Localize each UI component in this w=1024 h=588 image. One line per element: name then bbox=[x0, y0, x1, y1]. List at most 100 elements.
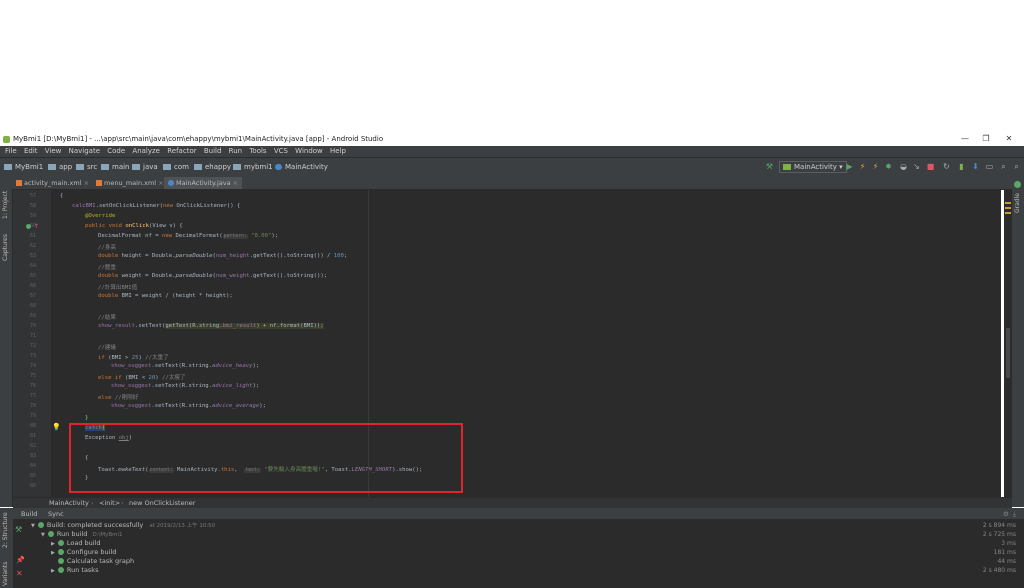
menu-run[interactable]: Run bbox=[229, 146, 242, 157]
override-icon[interactable] bbox=[26, 224, 31, 229]
profile-icon[interactable]: ◒ bbox=[899, 162, 908, 171]
line-number: 65 bbox=[29, 273, 36, 279]
menu-navigate[interactable]: Navigate bbox=[69, 146, 100, 157]
lightbulb-icon[interactable]: 💡 bbox=[52, 423, 61, 431]
pin-icon[interactable]: 📌 bbox=[16, 556, 25, 564]
build-tree-item[interactable]: ▶ Configure build bbox=[51, 548, 116, 556]
sync-icon[interactable]: ↻ bbox=[942, 162, 951, 171]
build-duration: 2 s 894 ms bbox=[982, 522, 1016, 529]
search-everywhere-icon[interactable]: ⌕ bbox=[1012, 162, 1021, 171]
line-number: 86 bbox=[29, 483, 36, 489]
breadcrumb-main[interactable]: main bbox=[101, 163, 130, 171]
breadcrumb-constructor[interactable]: <init> bbox=[99, 499, 120, 507]
code-line: DecimalFormat nf = new DecimalFormat(pat… bbox=[98, 233, 279, 239]
build-duration: 2 s 725 ms bbox=[982, 531, 1016, 538]
apply-changes-icon[interactable]: ⚡ bbox=[858, 162, 867, 171]
debug-icon[interactable]: ✸ bbox=[884, 162, 893, 171]
tab-mainactivity-java[interactable]: MainActivity.java × bbox=[164, 177, 242, 189]
scrollbar-thumb[interactable] bbox=[1006, 328, 1010, 378]
variants-tool-button[interactable]: Variants bbox=[2, 562, 9, 586]
apply-code-changes-icon[interactable]: ⚡ bbox=[871, 162, 880, 171]
build-tree-item[interactable]: ▼ Build: completed successfully at 2019/2… bbox=[31, 521, 215, 529]
editor-scrollbar[interactable] bbox=[1004, 190, 1012, 498]
avd-manager-icon[interactable]: ▮ bbox=[957, 162, 966, 171]
stop-icon[interactable]: ■ bbox=[926, 162, 935, 171]
run-icon[interactable]: ▶ bbox=[845, 162, 854, 171]
left-tool-strip: 1: Project Captures bbox=[0, 177, 13, 507]
breadcrumb-project[interactable]: MyBmi1 bbox=[4, 163, 43, 171]
breadcrumb-java[interactable]: java bbox=[132, 163, 158, 171]
breadcrumb-ehappy[interactable]: ehappy bbox=[194, 163, 231, 171]
breadcrumb-com[interactable]: com bbox=[163, 163, 189, 171]
run-config-select[interactable]: MainActivity ▾ bbox=[779, 161, 847, 173]
hide-panel-icon[interactable]: ⤓ bbox=[1013, 510, 1016, 519]
line-number: 59 bbox=[29, 213, 36, 219]
breadcrumb-class[interactable]: MainActivity bbox=[49, 499, 89, 507]
build-tree-item[interactable]: ▼ Run build D:\MyBmi1 bbox=[41, 530, 123, 538]
build-duration: 44 ms bbox=[997, 558, 1016, 565]
warning-marker[interactable] bbox=[1005, 207, 1011, 209]
folder-icon bbox=[4, 164, 12, 170]
tab-build[interactable]: Build bbox=[21, 510, 37, 518]
line-number: 75 bbox=[29, 373, 36, 379]
maximize-button[interactable]: ❐ bbox=[976, 134, 996, 145]
line-number: 72 bbox=[29, 343, 36, 349]
sdk-manager-icon[interactable]: ⬇ bbox=[971, 162, 980, 171]
breadcrumb-app[interactable]: app bbox=[48, 163, 72, 171]
menu-window[interactable]: Window bbox=[295, 146, 323, 157]
folder-icon bbox=[132, 164, 140, 170]
success-icon bbox=[57, 567, 64, 573]
line-number: 80 bbox=[29, 423, 36, 429]
gradle-tool-button[interactable]: Gradle bbox=[1014, 193, 1021, 213]
menu-build[interactable]: Build bbox=[204, 146, 222, 157]
success-icon bbox=[57, 558, 64, 564]
code-line: double BMI = weight / (height * height); bbox=[98, 293, 233, 299]
captures-tool-button[interactable]: Captures bbox=[2, 234, 9, 261]
tab-menu-main-xml[interactable]: menu_main.xml × bbox=[92, 177, 164, 189]
device-file-explorer-icon[interactable]: ▭ bbox=[985, 162, 994, 171]
warning-marker[interactable] bbox=[1005, 202, 1011, 204]
close-icon[interactable]: ✕ bbox=[16, 569, 23, 578]
implements-arrow-icon[interactable]: ↑ bbox=[34, 223, 39, 230]
settings-icon[interactable]: ⚙ bbox=[1003, 510, 1009, 518]
line-number: 66 bbox=[29, 283, 36, 289]
build-tree-item[interactable]: ▶ Load build bbox=[51, 539, 101, 547]
hammer-icon[interactable]: ⚒ bbox=[765, 162, 774, 171]
success-icon bbox=[47, 531, 54, 537]
menu-edit[interactable]: Edit bbox=[24, 146, 38, 157]
line-number: 62 bbox=[29, 243, 36, 249]
line-number: 63 bbox=[29, 253, 36, 259]
line-number: 82 bbox=[29, 443, 36, 449]
window-title-bar: MyBmi1 [D:\MyBmi1] - ...\app\src\main\ja… bbox=[0, 133, 1024, 146]
menu-vcs[interactable]: VCS bbox=[274, 146, 288, 157]
code-line: //計算出BMI值 bbox=[98, 285, 138, 291]
menu-view[interactable]: View bbox=[45, 146, 62, 157]
hammer-icon[interactable]: ⚒ bbox=[15, 525, 22, 534]
navigation-toolbar: MyBmi1 app src main java com ehappy mybm… bbox=[0, 157, 1024, 178]
menu-tools[interactable]: Tools bbox=[249, 146, 266, 157]
minimize-button[interactable]: — bbox=[955, 134, 975, 145]
menu-file[interactable]: File bbox=[5, 146, 17, 157]
menu-help[interactable]: Help bbox=[330, 146, 346, 157]
build-tree-item[interactable]: ▶ Run tasks bbox=[51, 566, 98, 574]
structure-tool-button[interactable]: 2: Structure bbox=[2, 512, 9, 548]
search-icon[interactable]: ⌕ bbox=[999, 162, 1008, 171]
code-line: double weight = Double.parseDouble(num_w… bbox=[98, 273, 328, 279]
tab-sync[interactable]: Sync bbox=[48, 510, 64, 518]
breadcrumb-mainactivity[interactable]: MainActivity bbox=[275, 163, 328, 171]
menu-code[interactable]: Code bbox=[107, 146, 125, 157]
line-number: 78 bbox=[29, 403, 36, 409]
attach-debugger-icon[interactable]: ↘ bbox=[912, 162, 921, 171]
breadcrumb-listener[interactable]: new OnClickListener bbox=[129, 499, 195, 507]
folder-icon bbox=[163, 164, 171, 170]
code-line: show_suggest.setText(R.string.advice_hea… bbox=[111, 363, 260, 369]
menu-refactor[interactable]: Refactor bbox=[167, 146, 196, 157]
breadcrumb-mybmi1[interactable]: mybmi1 bbox=[233, 163, 273, 171]
build-tree-item[interactable]: ▶Calculate task graph bbox=[51, 557, 134, 565]
breadcrumb-src[interactable]: src bbox=[76, 163, 97, 171]
warning-marker[interactable] bbox=[1005, 212, 1011, 214]
close-button[interactable]: ✕ bbox=[999, 134, 1019, 145]
menu-analyze[interactable]: Analyze bbox=[132, 146, 160, 157]
project-tool-button[interactable]: 1: Project bbox=[2, 191, 9, 219]
tab-activity-main-xml[interactable]: activity_main.xml × bbox=[12, 177, 92, 189]
